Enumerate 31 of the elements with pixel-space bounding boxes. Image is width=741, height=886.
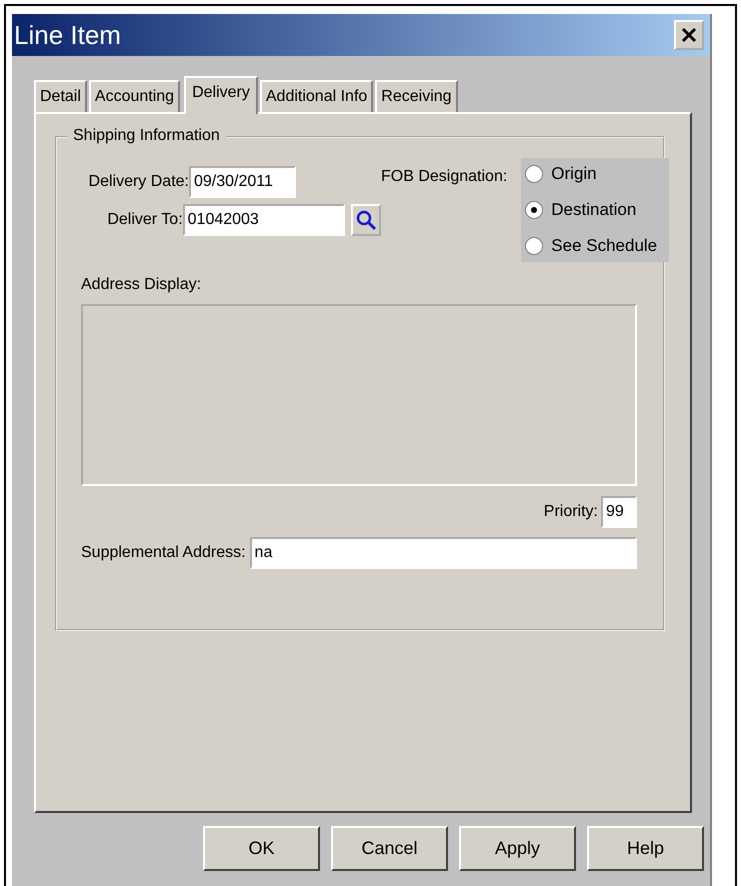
search-button[interactable] <box>350 204 381 236</box>
field-label: Priority: <box>544 503 598 521</box>
tab[interactable]: Receiving <box>375 80 458 112</box>
tab[interactable]: Accounting <box>88 80 180 112</box>
tab[interactable]: Delivery <box>184 76 258 114</box>
close-icon <box>681 27 697 43</box>
group-title: Shipping Information <box>67 127 226 145</box>
radio-label: Origin <box>551 164 597 184</box>
priority-field[interactable]: 99 <box>601 496 637 528</box>
window-title: Line Item <box>14 20 121 50</box>
tab[interactable]: Detail <box>34 80 87 112</box>
radio-button[interactable] <box>525 237 544 255</box>
radio-button[interactable] <box>525 165 544 183</box>
radio-button[interactable] <box>525 201 544 219</box>
field-label: Supplemental Address: <box>81 544 246 562</box>
supplemental-address-field[interactable]: na <box>250 537 637 569</box>
dialog-button[interactable]: Cancel <box>331 826 448 871</box>
radio-label: See Schedule <box>551 236 658 256</box>
field-label: Delivery Date: <box>88 173 189 191</box>
radio-label: Destination <box>551 200 636 220</box>
dialog-button[interactable]: OK <box>203 826 320 871</box>
dialog-button[interactable]: Help <box>587 826 704 871</box>
delivery-date-field[interactable]: 09/30/2011 <box>189 166 296 198</box>
field-label: Address Display: <box>81 276 202 294</box>
deliver-to-field[interactable]: 01042003 <box>182 204 345 236</box>
search-icon <box>354 209 377 231</box>
dialog-button[interactable]: Apply <box>459 826 576 871</box>
tab[interactable]: Additional Info <box>260 80 374 112</box>
field-label: FOB Designation: <box>381 167 508 187</box>
close-button[interactable] <box>674 20 704 50</box>
field-label: Deliver To: <box>106 211 183 229</box>
